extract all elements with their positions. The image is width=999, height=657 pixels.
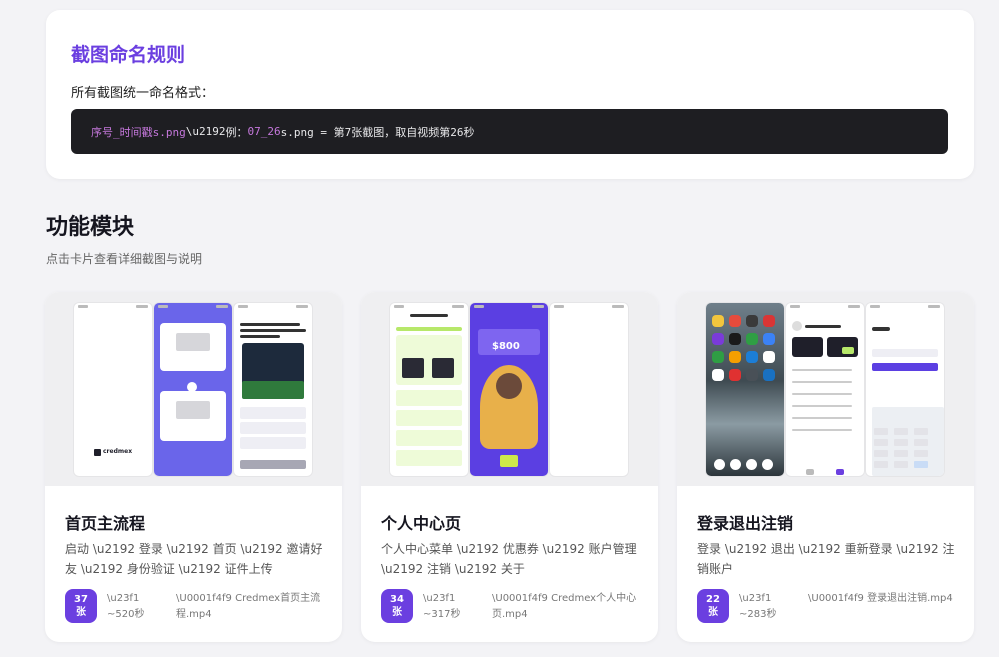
module-duration: \u23f1 ~317秒 xyxy=(423,593,461,620)
module-title: 个人中心页 xyxy=(381,514,462,533)
screenshot-count-badge: 37 张 xyxy=(65,589,97,623)
module-video-file: \U0001f4f9 Credmex个人中心页.mp4 xyxy=(492,593,637,620)
module-preview: credmex xyxy=(45,292,342,486)
module-flow: 登录 \u2192 退出 \u2192 重新登录 \u2192 注销账户 xyxy=(697,542,955,576)
screenshot-count-badge: 34 张 xyxy=(381,589,413,623)
naming-rules-desc: 所有截图统一命名格式： xyxy=(71,86,215,101)
code-example-prefix: 例： xyxy=(225,125,248,139)
invite-amount: $800 xyxy=(492,341,520,352)
code-pattern: 序号_时间戳s.png xyxy=(91,125,186,139)
module-card-home-flow[interactable]: credmex 首页主流程 启动 \u2192 登录 \u2192 首页 \u2… xyxy=(45,292,342,642)
section-title: 功能模块 xyxy=(46,215,135,240)
module-preview xyxy=(677,292,974,486)
thumb-home xyxy=(154,303,232,476)
thumb-login xyxy=(866,303,944,476)
count-unit: 张 xyxy=(708,607,718,618)
code-example-suffix: s.png = 第7张截图，取自视频第26秒 xyxy=(280,125,475,139)
thumb-blank xyxy=(550,303,628,476)
module-preview: $800 xyxy=(361,292,658,486)
thumb-identity xyxy=(390,303,468,476)
module-video-file: \U0001f4f9 登录退出注销.mp4 xyxy=(808,593,953,604)
code-arrow: \u2192 xyxy=(185,125,226,138)
module-card-login-logout[interactable]: 登录退出注销 登录 \u2192 退出 \u2192 重新登录 \u2192 注… xyxy=(677,292,974,642)
thumb-profile xyxy=(786,303,864,476)
thumb-invite: $800 xyxy=(470,303,548,476)
count-number: 34 xyxy=(390,594,404,605)
thumb-detail xyxy=(234,303,312,476)
count-unit: 张 xyxy=(392,607,402,618)
code-example-file: 07_26 xyxy=(247,125,281,138)
screenshot-count-badge: 22 张 xyxy=(697,589,729,623)
module-flow: 启动 \u2192 登录 \u2192 首页 \u2192 邀请好友 \u219… xyxy=(65,542,323,576)
module-title: 首页主流程 xyxy=(65,514,146,533)
thumb-splash: credmex xyxy=(74,303,152,476)
brand-logo-text: credmex xyxy=(103,448,133,455)
thumb-launcher xyxy=(706,303,784,476)
section-subtitle: 点击卡片查看详细截图与说明 xyxy=(46,252,203,266)
naming-code-block: 序号_时间戳s.png \u2192 例： 07_26 s.png = 第7张截图，… xyxy=(71,109,948,154)
module-title: 登录退出注销 xyxy=(697,514,794,533)
naming-rules-card: 截图命名规则 所有截图统一命名格式： 序号_时间戳s.png \u2192 例：… xyxy=(46,10,974,179)
module-card-profile[interactable]: $800 个人中心页 个人中心菜单 \u2192 优惠券 \u2192 账户管理… xyxy=(361,292,658,642)
brand-logo-icon xyxy=(94,449,101,456)
count-number: 37 xyxy=(74,594,88,605)
module-video-file: \U0001f4f9 Credmex首页主流程.mp4 xyxy=(176,593,321,620)
count-unit: 张 xyxy=(76,607,86,618)
module-flow: 个人中心菜单 \u2192 优惠券 \u2192 账户管理 \u2192 注销 … xyxy=(381,542,637,576)
module-duration: \u23f1 ~520秒 xyxy=(107,593,145,620)
count-number: 22 xyxy=(706,594,720,605)
naming-rules-title: 截图命名规则 xyxy=(71,44,186,66)
module-duration: \u23f1 ~283秒 xyxy=(739,593,777,620)
